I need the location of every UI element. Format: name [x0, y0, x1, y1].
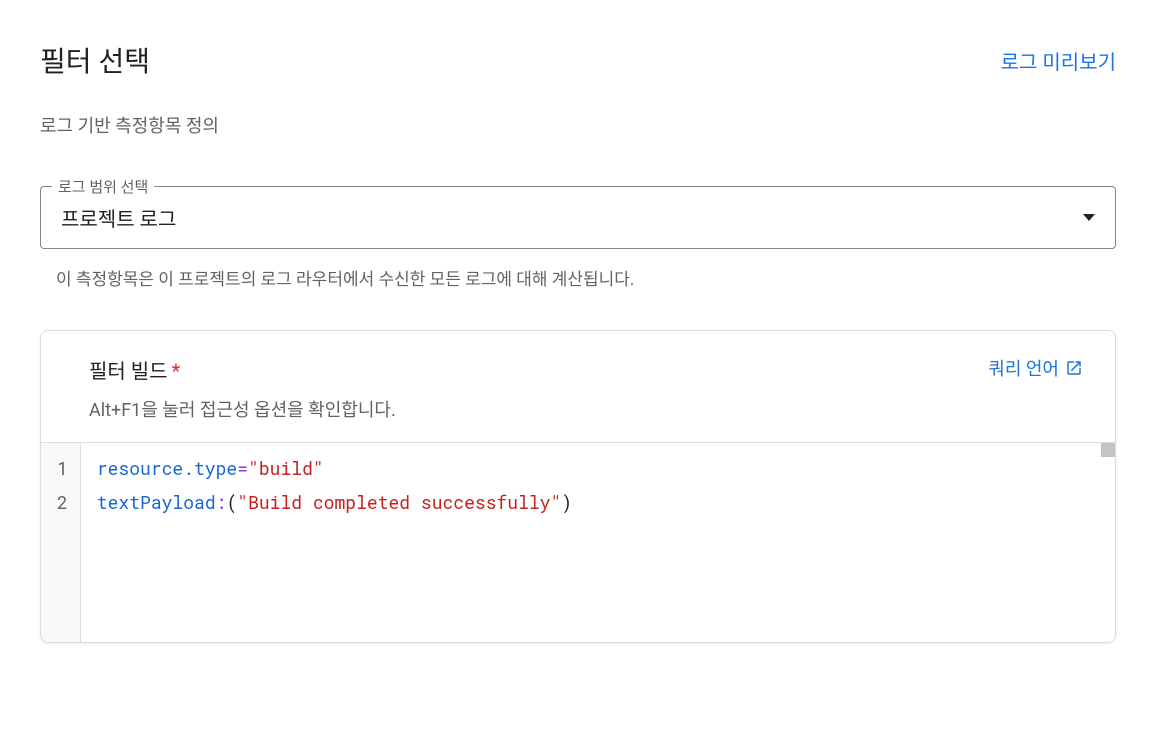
- log-scope-select-label: 로그 범위 선택: [52, 176, 154, 197]
- code-editor[interactable]: 1 2 resource.type="build"textPayload:("B…: [41, 442, 1115, 642]
- filter-header: 필터 빌드* Alt+F1을 눌러 접근성 옵션을 확인합니다. 쿼리 언어: [41, 331, 1115, 442]
- log-preview-link[interactable]: 로그 미리보기: [1001, 46, 1116, 75]
- required-asterisk: *: [172, 359, 181, 383]
- query-language-link[interactable]: 쿼리 언어: [988, 355, 1083, 381]
- code-content[interactable]: resource.type="build"textPayload:("Build…: [81, 443, 1115, 642]
- filter-hint: Alt+F1을 눌러 접근성 옵션을 확인합니다.: [89, 396, 396, 422]
- log-scope-select-value: 프로젝트 로그: [61, 203, 176, 232]
- log-scope-select-container: 로그 범위 선택 프로젝트 로그: [40, 186, 1116, 249]
- code-line-2: textPayload:("Build completed successful…: [97, 485, 1099, 519]
- subtitle: 로그 기반 측정항목 정의: [40, 112, 1116, 138]
- filter-header-left: 필터 빌드* Alt+F1을 눌러 접근성 옵션을 확인합니다.: [89, 355, 396, 422]
- scrollbar-indicator: [1101, 443, 1115, 457]
- external-link-icon: [1065, 359, 1083, 377]
- line-numbers: 1 2: [41, 443, 81, 642]
- scope-helper-text: 이 측정항목은 이 프로젝트의 로그 라우터에서 수신한 모든 로그에 대해 계…: [56, 265, 1116, 290]
- log-scope-select[interactable]: 프로젝트 로그: [40, 186, 1116, 249]
- chevron-down-icon: [1083, 214, 1095, 221]
- header-row: 필터 선택 로그 미리보기: [40, 40, 1116, 80]
- filter-build-title: 필터 빌드*: [89, 355, 396, 384]
- code-line-1: resource.type="build": [97, 451, 1099, 485]
- page-title: 필터 선택: [40, 40, 150, 80]
- filter-build-card: 필터 빌드* Alt+F1을 눌러 접근성 옵션을 확인합니다. 쿼리 언어 1…: [40, 330, 1116, 643]
